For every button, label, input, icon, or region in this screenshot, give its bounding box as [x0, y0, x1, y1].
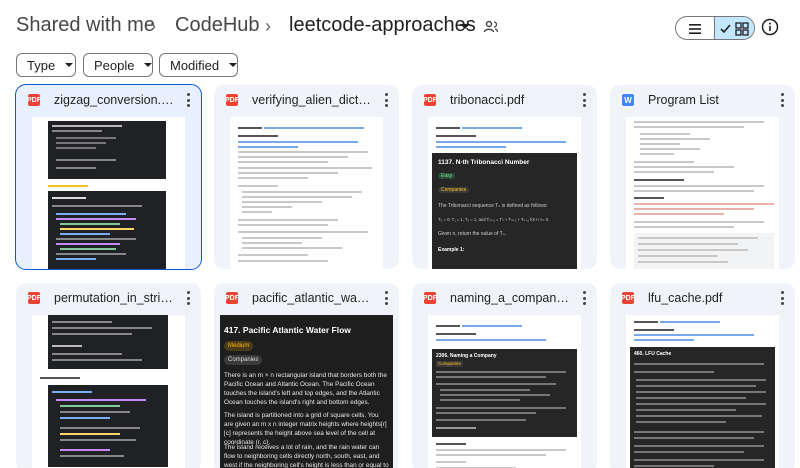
more-options-icon[interactable] [385, 93, 389, 107]
folder-menu-caret-icon[interactable] [460, 24, 470, 29]
file-thumbnail [230, 117, 383, 269]
companies-badge: Companies [436, 361, 463, 367]
thumb-title: 460. LFU Cache [634, 351, 672, 357]
file-card-header: PDF verifying_alien_dictionary.pdf [214, 85, 399, 115]
file-thumbnail: 2306. Naming a Company Companies [428, 315, 581, 468]
thumb-title: 2306. Naming a Company [436, 353, 497, 359]
file-card[interactable]: PDF lfu_cache.pdf 460. LFU Cache [610, 283, 795, 468]
file-card[interactable]: PDF verifying_alien_dictionary.pdf [214, 85, 399, 269]
chevron-right-icon: › [150, 16, 156, 36]
file-card[interactable]: PDF tribonacci.pdf 1137. N-th Tribonacci… [412, 85, 597, 269]
file-card-header: PDF pacific_atlantic_water_flow.pdf [214, 283, 399, 313]
dropdown-arrow-icon [229, 63, 238, 67]
thumb-paragraph: The island is partitioned into a grid of… [224, 412, 387, 446]
thumb-paragraph: There is an m × n rectangular island tha… [224, 372, 387, 406]
pdf-icon: PDF [225, 94, 239, 106]
filter-people-chip[interactable]: People [83, 53, 153, 77]
list-icon [689, 24, 701, 34]
companies-badge: Companies [438, 187, 470, 193]
more-options-icon[interactable] [385, 291, 389, 305]
file-name: Program List [648, 93, 719, 107]
thumb-desc: The Tribonacci sequence Tₙ is defined as… [438, 203, 548, 209]
thumb-given: Given n, return the value of Tₙ. [438, 231, 507, 237]
more-options-icon[interactable] [187, 291, 191, 305]
thumb-title: 1137. N-th Tribonacci Number [438, 159, 530, 166]
file-card[interactable]: PDF permutation_in_string.pdf [16, 283, 201, 468]
file-thumbnail [32, 315, 185, 468]
more-options-icon[interactable] [583, 291, 587, 305]
chevron-right-icon: › [265, 16, 271, 36]
file-card[interactable]: PDF naming_a_company.pdf 2306. Naming a … [412, 283, 597, 468]
file-thumbnail: 1137. N-th Tribonacci Number Easy Compan… [428, 117, 581, 269]
pdf-icon: PDF [423, 292, 437, 304]
list-view-button[interactable] [676, 17, 716, 39]
file-name: pacific_atlantic_water_flow.pdf [252, 291, 372, 305]
dropdown-arrow-icon [65, 63, 74, 67]
file-card-header: PDF naming_a_company.pdf [412, 283, 597, 313]
thumb-paragraph: The island receives a lot of rain, and t… [224, 444, 389, 468]
shared-people-icon[interactable] [483, 19, 499, 35]
filter-modified-label: Modified [170, 57, 220, 73]
google-docs-icon: W [622, 94, 634, 106]
file-card-header: W Program List [610, 85, 795, 115]
file-thumbnail [626, 117, 779, 269]
file-card[interactable]: PDF pacific_atlantic_water_flow.pdf 417.… [214, 283, 399, 468]
pdf-icon: PDF [621, 292, 635, 304]
breadcrumb-codehub[interactable]: CodeHub [175, 14, 260, 37]
file-name: zigzag_conversion.pdf [54, 93, 174, 107]
file-name: verifying_alien_dictionary.pdf [252, 93, 372, 107]
more-options-icon[interactable] [187, 93, 191, 107]
thumb-dark-block [630, 347, 775, 468]
file-card-header: PDF lfu_cache.pdf [610, 283, 795, 313]
file-thumbnail: 460. LFU Cache [626, 315, 779, 468]
pdf-icon: PDF [225, 292, 239, 304]
filter-modified-chip[interactable]: Modified [159, 53, 238, 77]
companies-badge: Companies [224, 355, 263, 365]
thumb-formula: T₀ = 0, T₁ = 1, T₂ = 1, and Tₙ₊₃ = Tₙ + … [438, 217, 550, 222]
file-thumbnail: 417. Pacific Atlantic Water Flow Medium … [220, 315, 393, 468]
grid-icon [719, 22, 749, 36]
more-options-icon[interactable] [781, 93, 785, 107]
file-card[interactable]: PDF zigzag_conversion.pdf [15, 84, 202, 270]
header: Shared with me › CodeHub › leetcode-appr… [0, 0, 800, 56]
thumb-example: Example 1: [438, 247, 465, 253]
file-card-header: PDF zigzag_conversion.pdf [16, 85, 201, 115]
file-card-header: PDF permutation_in_string.pdf [16, 283, 201, 313]
more-options-icon[interactable] [781, 291, 785, 305]
file-thumbnail [32, 117, 185, 269]
file-name: tribonacci.pdf [450, 93, 525, 107]
pdf-icon: PDF [27, 292, 41, 304]
grid-view-button[interactable] [715, 17, 754, 39]
filter-type-chip[interactable]: Type [16, 53, 76, 77]
info-icon[interactable] [761, 18, 779, 36]
filter-people-label: People [94, 57, 135, 73]
more-options-icon[interactable] [583, 93, 587, 107]
breadcrumb-current-folder[interactable]: leetcode-approaches [289, 14, 476, 37]
file-name: naming_a_company.pdf [450, 291, 570, 305]
thumb-title: 417. Pacific Atlantic Water Flow [224, 325, 351, 335]
difficulty-badge: Easy [438, 173, 456, 179]
pdf-icon: PDF [27, 94, 41, 106]
file-card[interactable]: W Program List [610, 85, 795, 269]
pdf-icon: PDF [423, 94, 437, 106]
file-card-header: PDF tribonacci.pdf [412, 85, 597, 115]
view-toggle [675, 16, 755, 40]
breadcrumb-shared-with-me[interactable]: Shared with me [16, 14, 155, 37]
difficulty-badge: Medium [224, 341, 254, 351]
file-name: permutation_in_string.pdf [54, 291, 174, 305]
file-name: lfu_cache.pdf [648, 291, 723, 305]
dropdown-arrow-icon [144, 63, 153, 67]
filter-type-label: Type [27, 57, 56, 73]
